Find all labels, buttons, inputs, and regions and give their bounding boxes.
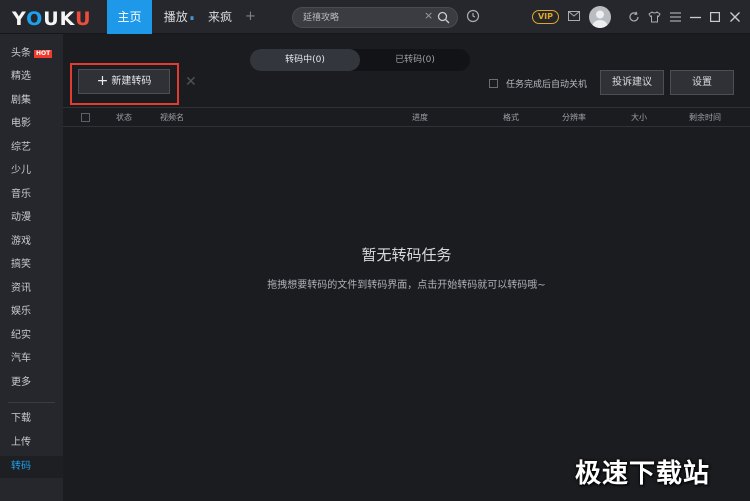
settings-button[interactable]: 设置: [670, 70, 734, 95]
sidebar-item-label: 搞笑: [11, 259, 31, 270]
sidebar-item-label: 少儿: [11, 165, 31, 176]
sidebar-item-more[interactable]: 更多: [0, 372, 63, 394]
sidebar-item-featured[interactable]: 精选: [0, 66, 63, 88]
sidebar-item-label: 综艺: [11, 142, 31, 153]
sidebar-item-series[interactable]: 剧集: [0, 90, 63, 112]
maximize-icon[interactable]: [710, 12, 720, 22]
sidebar-item-label: 汽车: [11, 353, 31, 364]
feedback-button[interactable]: 投诉建议: [600, 70, 664, 95]
tab-play[interactable]: 播放 ⏸: [157, 0, 201, 34]
sidebar-item-funny[interactable]: 搞笑: [0, 254, 63, 276]
sidebar-item-documentary[interactable]: 纪实: [0, 325, 63, 347]
skin-icon[interactable]: [648, 11, 661, 23]
column-format[interactable]: 格式: [503, 112, 519, 123]
sidebar-item-label: 更多: [11, 377, 31, 388]
sidebar-item-upload[interactable]: 上传: [0, 432, 63, 454]
sidebar-item-label: 动漫: [11, 212, 31, 223]
sidebar-item-anime[interactable]: 动漫: [0, 207, 63, 229]
column-progress[interactable]: 进度: [412, 112, 428, 123]
clear-icon[interactable]: ×: [424, 9, 433, 22]
sidebar-item-label: 资讯: [11, 283, 31, 294]
transcode-panel: 转码中(0) 已转码(0) + 新建转码 ✕ 任务完成后自动关机 投诉建议 设置 …: [63, 34, 750, 501]
empty-state-title: 暂无转码任务: [361, 246, 452, 264]
tab-home-label: 主页: [117, 10, 142, 24]
hot-badge: HOT: [34, 50, 53, 58]
sidebar-item-label: 上传: [11, 437, 31, 448]
select-all-checkbox[interactable]: [81, 113, 90, 122]
sidebar-item-headlines[interactable]: 头条 HOT: [0, 43, 63, 65]
sidebar-item-movies[interactable]: 电影: [0, 113, 63, 135]
avatar[interactable]: [589, 6, 611, 28]
transcode-status-toggle: 转码中(0) 已转码(0): [250, 49, 470, 71]
table-header: 状态 视频名 进度 格式 分辨率 大小 剩余时间: [63, 107, 750, 127]
new-transcode-label: 新建转码: [111, 76, 152, 87]
column-remaining-time[interactable]: 剩余时间: [689, 112, 721, 123]
column-video-name[interactable]: 视频名: [160, 112, 184, 123]
tab-converted[interactable]: 已转码(0): [360, 49, 470, 71]
youku-logo[interactable]: YOUKU: [12, 8, 92, 30]
menu-icon[interactable]: [670, 12, 681, 22]
sidebar-item-transcode[interactable]: 转码: [0, 456, 63, 478]
refresh-icon[interactable]: [628, 11, 640, 23]
sidebar-item-label: 剧集: [11, 95, 31, 106]
auto-shutdown-checkbox[interactable]: [489, 79, 498, 88]
sidebar-item-label: 娱乐: [11, 306, 31, 317]
close-icon[interactable]: [730, 12, 740, 22]
plus-icon: +: [96, 73, 109, 89]
sidebar-item-variety[interactable]: 综艺: [0, 137, 63, 159]
tab-converting[interactable]: 转码中(0): [250, 49, 360, 71]
sidebar: 头条 HOT 精选 剧集 电影 综艺 少儿 音乐 动漫 游戏 搞笑 资讯 娱乐 纪…: [0, 34, 63, 501]
user-icon: [592, 10, 608, 28]
sidebar-divider: [8, 402, 55, 403]
tab-home[interactable]: 主页: [107, 0, 152, 34]
minimize-icon[interactable]: [690, 16, 701, 19]
sidebar-item-label: 游戏: [11, 236, 31, 247]
delete-icon[interactable]: ✕: [185, 74, 197, 90]
search-input[interactable]: [303, 11, 413, 25]
search-icon[interactable]: [437, 11, 450, 24]
sidebar-item-label: 电影: [11, 118, 31, 129]
sidebar-item-label: 纪实: [11, 330, 31, 341]
history-icon[interactable]: [466, 9, 480, 23]
column-status[interactable]: 状态: [116, 112, 132, 123]
empty-state-description: 拖拽想要转码的文件到转码界面，点击开始转码就可以转码哦~: [267, 280, 546, 291]
sidebar-item-label: 精选: [11, 71, 31, 82]
sidebar-item-kids[interactable]: 少儿: [0, 160, 63, 182]
column-size[interactable]: 大小: [631, 112, 647, 123]
sidebar-item-label: 转码: [11, 461, 31, 472]
column-resolution[interactable]: 分辨率: [562, 112, 586, 123]
sidebar-item-music[interactable]: 音乐: [0, 184, 63, 206]
tab-laifeng-label: 来疯: [207, 10, 232, 24]
search-box: ×: [292, 7, 458, 28]
sidebar-item-games[interactable]: 游戏: [0, 231, 63, 253]
sidebar-item-label: 头条: [11, 48, 31, 59]
new-transcode-button[interactable]: + 新建转码: [78, 69, 170, 94]
sidebar-item-auto[interactable]: 汽车: [0, 348, 63, 370]
sidebar-item-label: 音乐: [11, 189, 31, 200]
sidebar-item-label: 下载: [11, 413, 31, 424]
vip-badge[interactable]: VIP: [532, 10, 559, 24]
auto-shutdown-label: 任务完成后自动关机: [506, 80, 588, 90]
sidebar-item-news[interactable]: 资讯: [0, 278, 63, 300]
mail-icon[interactable]: [568, 11, 580, 21]
sidebar-item-entertainment[interactable]: 娱乐: [0, 301, 63, 323]
tab-laifeng[interactable]: 来疯: [203, 0, 237, 34]
title-bar: YOUKU 主页 播放⏸ 来疯 + × VIP: [0, 0, 750, 34]
add-tab-button[interactable]: +: [245, 9, 256, 24]
watermark: 极速下载站: [575, 459, 711, 489]
playing-indicator-icon: ⏸: [189, 14, 195, 24]
sidebar-item-download[interactable]: 下载: [0, 408, 63, 430]
tab-play-label: 播放: [163, 10, 188, 24]
